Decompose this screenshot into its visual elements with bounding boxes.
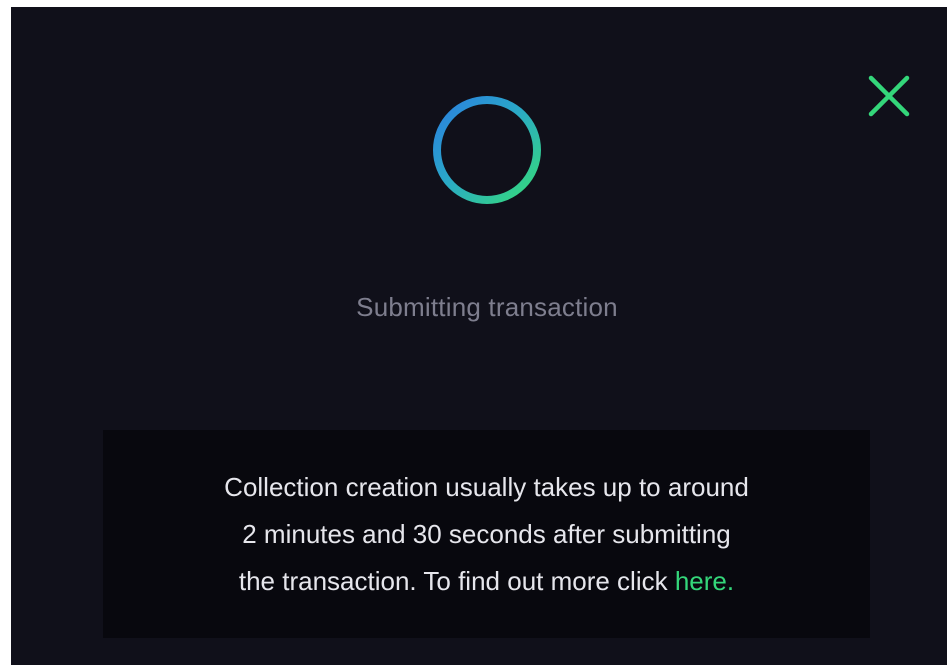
info-line-2: 2 minutes and 30 seconds after submittin… <box>242 518 731 549</box>
transaction-modal: Submitting transaction Collection creati… <box>11 7 947 665</box>
info-line-3-text: the transaction. To find out more click <box>238 565 675 596</box>
learn-more-link[interactable]: here. <box>675 566 734 596</box>
close-icon <box>868 75 910 117</box>
info-box: Collection creation usually takes up to … <box>103 430 870 638</box>
status-text: Submitting transaction <box>356 292 618 322</box>
loading-spinner-icon <box>431 94 543 206</box>
info-line-3: the transaction. To find out more click … <box>239 558 734 605</box>
info-line-1: Collection creation usually takes up to … <box>224 471 749 502</box>
close-button[interactable] <box>866 73 912 119</box>
